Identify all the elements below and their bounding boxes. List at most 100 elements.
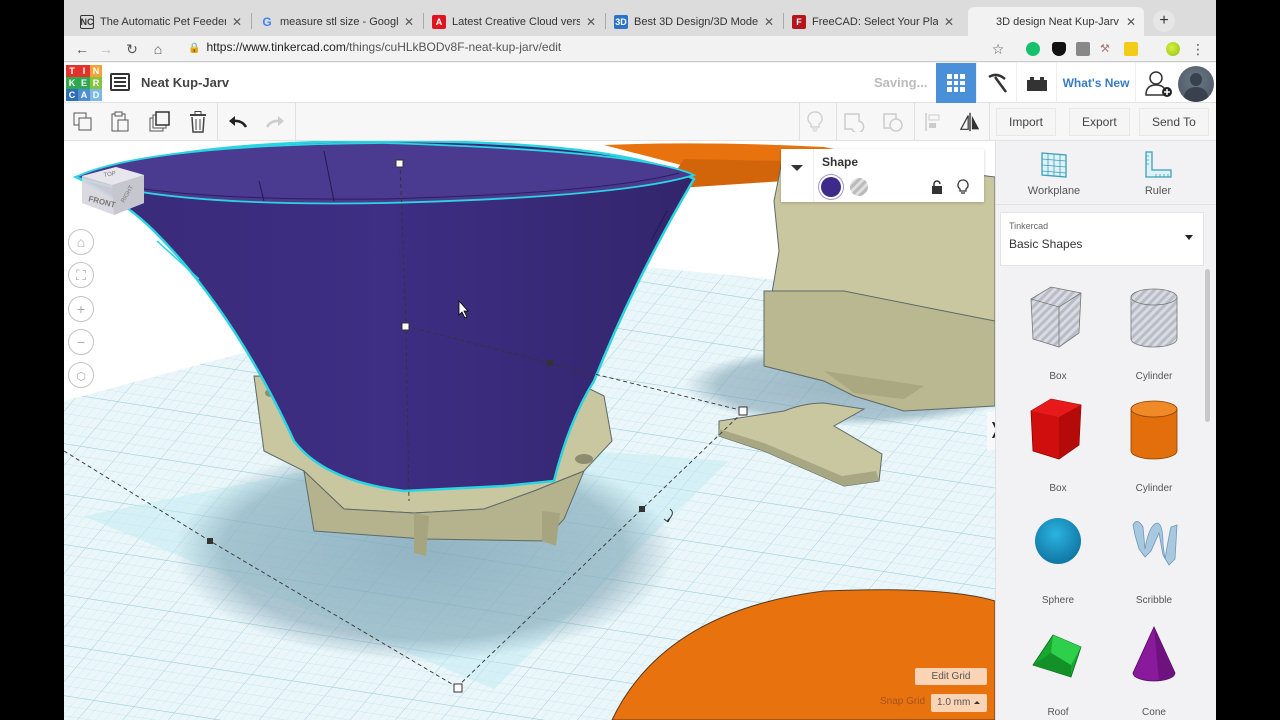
close-icon[interactable]: ✕ [1126,15,1136,29]
delete-button[interactable] [187,111,209,133]
undo-button[interactable] [227,111,249,133]
user-avatar[interactable] [1178,66,1214,102]
url-field[interactable]: 🔒 https://www.tinkercad.com/things/cuHLkB… [188,40,561,54]
copy-button[interactable] [72,111,94,133]
design-list-icon[interactable] [110,73,130,91]
ruler-tool[interactable]: Ruler [1113,151,1203,197]
logo-letter: I [78,65,90,77]
extension-yellow-icon[interactable] [1124,42,1138,56]
more-menu-icon[interactable]: ⋮ [1188,39,1208,59]
corner-handle[interactable] [453,683,463,693]
import-button[interactable]: Import [996,108,1057,136]
whats-new-link[interactable]: What's New [1056,63,1136,103]
hammer-icon[interactable]: ⚒ [1100,42,1114,56]
shape-tile-box-hole[interactable]: Box [1013,281,1103,386]
shape-tile-cone[interactable]: Cone [1109,617,1199,720]
app-header: T I N K E R C A D Neat Kup-Jarv Saving..… [64,63,1216,103]
roof-icon [1032,634,1082,678]
zoom-out-button[interactable]: − [68,329,94,355]
export-button[interactable]: Export [1069,108,1130,136]
shape-library-dropdown[interactable]: Tinkercad Basic Shapes [1000,212,1204,266]
design-title[interactable]: Neat Kup-Jarv [141,75,229,90]
add-user-icon[interactable] [1144,69,1174,99]
3d-view-button[interactable] [936,63,976,103]
close-icon[interactable]: ✕ [764,15,774,29]
3d-viewport[interactable]: TOP FRONT RIGHT ⌂ ⛶ + − ⬡ [64,141,995,720]
collapse-inspector-button[interactable] [781,149,814,202]
nc-logo-icon: NC [80,14,94,29]
shape-tile-scribble[interactable]: Scribble [1109,505,1199,610]
shape-label: Box [1049,371,1067,382]
logo-letter: N [90,65,102,77]
size-handle[interactable] [547,360,553,366]
center-handle[interactable] [401,322,410,331]
zoom-in-button[interactable]: + [68,296,94,322]
size-handle[interactable] [207,538,213,544]
profile-icon[interactable] [1166,42,1180,56]
shape-label: Scribble [1135,595,1173,606]
inspector-title: Shape [822,155,859,169]
browser-tab-active[interactable]: 3D design Neat Kup-Jarv | T ✕ [968,7,1144,36]
redo-button[interactable] [264,111,286,133]
ruler-label: Ruler [1144,185,1172,197]
edit-grid-button[interactable]: Edit Grid [915,668,987,685]
browser-tab[interactable]: NC The Automatic Pet Feeder ✕ [72,7,250,36]
browser-tab[interactable]: F FreeCAD: Select Your Platfo ✕ [784,7,962,36]
home-view-button[interactable]: ⌂ [68,229,94,255]
save-status: Saving... [874,75,928,90]
snap-grid-select[interactable]: 1.0 mm [931,694,987,712]
forward-icon[interactable]: → [96,39,116,59]
fit-view-button[interactable]: ⛶ [68,262,94,288]
bookmark-star-icon[interactable]: ☆ [988,39,1008,59]
tinkercad-logo[interactable]: T I N K E R C A D [66,65,102,101]
send-to-button[interactable]: Send To [1139,108,1209,136]
hole-swatch[interactable] [850,178,868,196]
extension-icon[interactable] [1076,42,1090,56]
ungroup-button[interactable] [882,111,904,133]
address-bar: ← → ↻ ⌂ 🔒 https://www.tinkercad.com/thing… [64,36,1216,62]
bricks-button[interactable] [1016,63,1056,103]
close-icon[interactable]: ✕ [232,15,242,29]
lightbulb-icon[interactable] [956,179,970,195]
mirror-icon [959,112,980,132]
close-icon[interactable]: ✕ [404,15,414,29]
shape-tile-roof[interactable]: Roof [1013,617,1103,720]
height-handle[interactable] [395,159,404,168]
close-icon[interactable]: ✕ [944,15,954,29]
lock-icon[interactable] [931,180,943,194]
browser-tab[interactable]: G measure stl size - Google Se ✕ [252,7,422,36]
url-path: /things/cuHLkBODv8F-neat-kup-jarv/edit [345,40,562,54]
duplicate-icon [149,111,170,132]
edit-toolbar: Import Export Send To [64,103,1216,141]
toolbar-divider [836,103,837,141]
mirror-button[interactable] [959,111,981,133]
tab-title: FreeCAD: Select Your Platfo [812,15,938,28]
align-button[interactable] [922,111,944,133]
redo-icon [265,116,284,128]
blocks-button[interactable] [976,63,1016,103]
shape-tile-sphere[interactable]: Sphere [1013,505,1103,610]
browser-tab[interactable]: 3D Best 3D Design/3D Modeling ✕ [606,7,782,36]
light-button[interactable] [804,111,826,133]
shapes-scrollbar[interactable] [1205,269,1210,422]
browser-tab[interactable]: A Latest Creative Cloud versio ✕ [424,7,604,36]
home-icon[interactable]: ⌂ [148,39,168,59]
scene-canvas[interactable]: TOP FRONT RIGHT [64,141,995,720]
paste-button[interactable] [109,111,131,133]
shape-tile-cylinder[interactable]: Cylinder [1109,393,1199,498]
shield-icon[interactable] [1052,42,1066,56]
ortho-view-button[interactable]: ⬡ [68,362,94,388]
reload-icon[interactable]: ↻ [122,39,142,59]
solid-color-swatch[interactable] [821,177,841,197]
size-handle[interactable] [639,506,645,512]
shape-tile-cylinder-hole[interactable]: Cylinder [1109,281,1199,386]
shape-tile-box[interactable]: Box [1013,393,1103,498]
corner-handle[interactable] [738,406,748,416]
back-icon[interactable]: ← [72,39,92,59]
new-tab-button[interactable]: + [1153,10,1175,32]
group-button[interactable] [843,111,865,133]
close-icon[interactable]: ✕ [586,15,596,29]
grammarly-icon[interactable] [1026,42,1040,56]
workplane-tool[interactable]: Workplane [1009,151,1099,197]
duplicate-button[interactable] [149,111,171,133]
